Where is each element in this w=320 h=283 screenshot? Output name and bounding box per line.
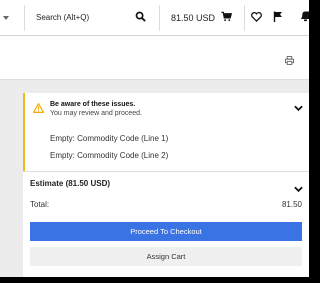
chevron-down-icon[interactable] (294, 99, 303, 117)
top-nav-bar: Search (Alt+Q) 81.50 USD (0, 0, 309, 36)
total-label: Total: (30, 200, 50, 209)
estimate-title: Estimate (81.50 USD) (30, 179, 111, 188)
cart-button[interactable]: 81.50 USD (159, 0, 244, 35)
issue-item: Empty: Commodity Code (Line 1) (50, 134, 169, 143)
total-value: 81.50 (281, 200, 302, 209)
chevron-down-icon[interactable] (294, 180, 303, 198)
proceed-to-checkout-button[interactable]: Proceed To Checkout (30, 222, 302, 241)
bell-icon (301, 11, 309, 24)
estimate-panel: Estimate (81.50 USD) Total: 81.50 Procee… (23, 171, 309, 277)
assign-cart-button[interactable]: Assign Cart (30, 247, 302, 266)
favorites-button[interactable] (244, 0, 268, 35)
warning-icon (33, 100, 44, 118)
toolbar-strip (0, 36, 309, 80)
issues-title: Be aware of these issues. (50, 101, 136, 108)
search-icon[interactable] (135, 11, 146, 24)
issues-panel: Be aware of these issues. You may review… (23, 93, 309, 171)
nav-dropdown[interactable] (0, 0, 24, 35)
heart-icon (250, 11, 262, 24)
notifications-button[interactable] (288, 0, 309, 35)
search-box[interactable]: Search (Alt+Q) (24, 0, 159, 35)
search-label: Search (Alt+Q) (36, 13, 90, 22)
chevron-down-icon (3, 13, 9, 22)
issues-subtitle: You may review and proceed. (50, 110, 142, 117)
flag-icon (273, 11, 283, 24)
print-icon[interactable] (285, 52, 294, 70)
flag-button[interactable] (268, 0, 288, 35)
cart-icon (221, 11, 233, 24)
issue-item: Empty: Commodity Code (Line 2) (50, 151, 169, 160)
cart-total: 81.50 USD (170, 12, 216, 23)
app-frame: Search (Alt+Q) 81.50 USD Be aware of the… (0, 0, 309, 277)
